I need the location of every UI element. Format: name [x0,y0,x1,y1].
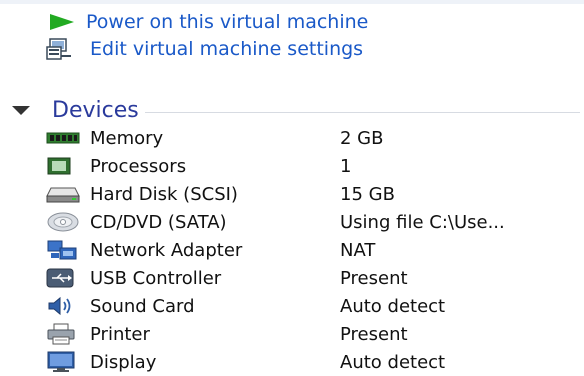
device-row-hard-disk[interactable]: Hard Disk (SCSI) 15 GB [46,180,584,208]
hard-disk-icon [46,180,90,208]
device-row-sound-card[interactable]: Sound Card Auto detect [46,292,584,320]
device-name: Network Adapter [90,239,243,261]
processor-icon [46,152,90,180]
devices-section-header[interactable]: Devices [10,95,580,125]
speaker-icon [46,292,90,320]
edit-settings-action[interactable]: Edit virtual machine settings [46,36,363,62]
section-divider [144,111,580,113]
device-value: 1 [340,155,352,177]
device-name: Sound Card [90,295,195,317]
device-row-processors[interactable]: Processors 1 [46,152,584,180]
top-divider [0,0,584,4]
device-value: Using file C:\Use... [340,211,505,233]
device-row-printer[interactable]: Printer Present [46,320,584,348]
device-row-display[interactable]: Display Auto detect [46,348,584,376]
device-name: Processors [90,155,187,177]
devices-title: Devices [52,97,139,123]
memory-icon [46,124,90,152]
vm-summary-panel: Power on this virtual machine Edit virtu… [0,0,584,373]
power-on-action[interactable]: Power on this virtual machine [46,9,368,35]
device-row-usb-controller[interactable]: USB Controller Present [46,264,584,292]
device-name: USB Controller [90,267,222,289]
device-name: CD/DVD (SATA) [90,211,227,233]
device-name: Memory [90,127,164,149]
monitor-icon [46,348,90,376]
edit-settings-icon [46,36,90,62]
collapse-devices-toggle[interactable] [10,95,52,125]
device-name: Hard Disk (SCSI) [90,183,238,205]
device-row-network-adapter[interactable]: Network Adapter NAT [46,236,584,264]
device-value: Present [340,323,408,345]
printer-icon [46,320,90,348]
device-value: NAT [340,239,376,261]
device-value: 2 GB [340,127,384,149]
device-value: Present [340,267,408,289]
device-row-cd-dvd[interactable]: CD/DVD (SATA) Using file C:\Use... [46,208,584,236]
usb-controller-icon [46,264,90,292]
network-adapter-icon [46,236,90,264]
device-value: 15 GB [340,183,395,205]
play-icon [46,9,86,35]
edit-settings-label: Edit virtual machine settings [90,38,364,60]
device-row-memory[interactable]: Memory 2 GB [46,124,584,152]
cd-dvd-icon [46,208,90,236]
device-name: Printer [90,323,150,345]
device-name: Display [90,351,157,373]
devices-list: Memory 2 GB Processors 1 Hard Disk (SCSI… [46,124,584,376]
device-value: Auto detect [340,351,446,373]
power-on-label: Power on this virtual machine [86,11,369,33]
chevron-down-icon [12,106,30,115]
device-value: Auto detect [340,295,446,317]
